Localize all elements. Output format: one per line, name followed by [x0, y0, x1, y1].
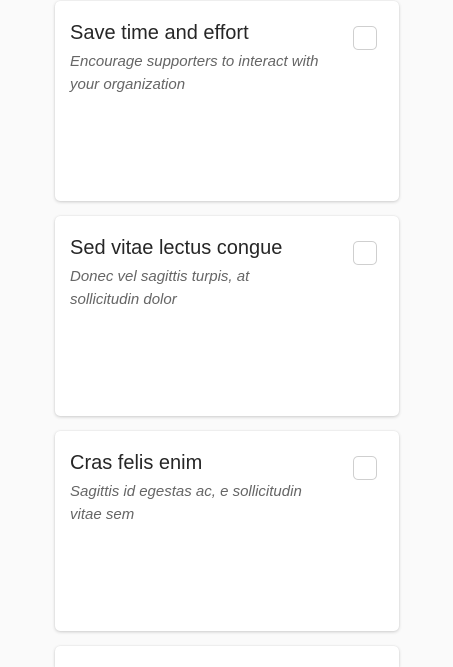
- option-card-list: Save time and effort Encourage supporter…: [0, 0, 453, 667]
- card-description: Encourage supporters to interact with yo…: [70, 53, 319, 93]
- card-description: Sagittis id egestas ac, e sollicitudin v…: [70, 483, 302, 523]
- card-checkbox[interactable]: [353, 456, 377, 480]
- card-description: Donec vel sagittis turpis, at sollicitud…: [70, 268, 250, 308]
- option-card[interactable]: Sed vitae lectus congue Donec vel sagitt…: [55, 216, 399, 416]
- option-card[interactable]: Save time and effort Encourage supporter…: [55, 1, 399, 201]
- card-checkbox[interactable]: [353, 26, 377, 50]
- card-checkbox[interactable]: [353, 241, 377, 265]
- card-title: Sed vitae lectus congue: [70, 237, 283, 259]
- card-title: Cras felis enim: [70, 452, 203, 474]
- option-card[interactable]: Cras felis enim Sagittis id egestas ac, …: [55, 431, 399, 631]
- option-card[interactable]: [55, 646, 399, 667]
- card-title: Save time and effort: [70, 22, 249, 44]
